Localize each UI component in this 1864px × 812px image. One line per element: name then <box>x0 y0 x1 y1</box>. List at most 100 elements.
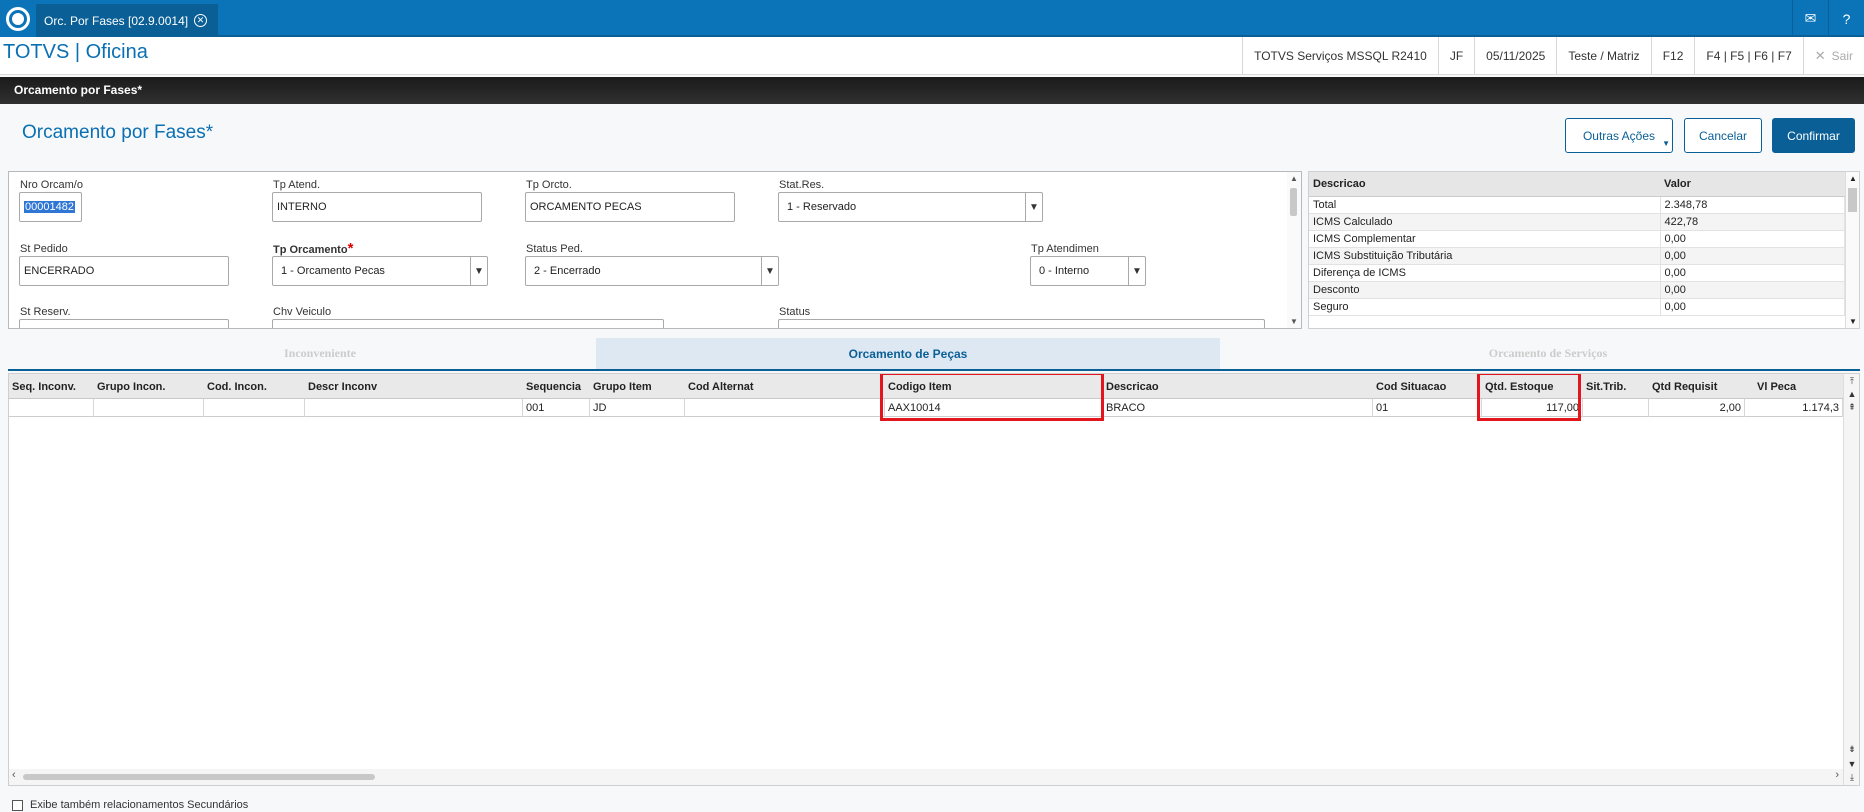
environment-info[interactable]: TOTVS Serviços MSSQL R2410 <box>1242 37 1438 74</box>
scroll-page-up-icon[interactable]: ⇞ <box>1844 402 1859 413</box>
tp-orcamento-label-text: Tp Orcamento <box>273 244 348 256</box>
date-info[interactable]: 05/11/2025 <box>1474 37 1556 74</box>
totals-cell: 0,00 <box>1660 264 1845 282</box>
close-tab-icon[interactable]: ✕ <box>194 14 208 27</box>
app-header: TOTVS | Oficina TOTVS Serviços MSSQL R24… <box>0 37 1864 75</box>
tp-orcamento-value: 1 - Orcamento Pecas <box>281 265 385 277</box>
scroll-up-icon[interactable]: ▲ <box>1846 174 1859 183</box>
grid-horizontal-scrollbar[interactable]: ‹ › <box>9 769 1843 785</box>
col-sit-trib[interactable]: Sit.Trib. <box>1583 374 1649 399</box>
table-row[interactable]: ICMS Substituição Tributária 0,00 <box>1309 247 1845 265</box>
st-pedido-field[interactable]: ENCERRADO <box>19 256 229 286</box>
cancel-button[interactable]: Cancelar <box>1684 118 1762 153</box>
col-sequencia[interactable]: Sequencia <box>523 374 590 399</box>
secondary-relations-checkbox[interactable]: Exibe também relacionamentos Secundários <box>12 799 248 811</box>
tp-atend-value: INTERNO <box>277 201 327 213</box>
col-seq-inconv[interactable]: Seq. Inconv. <box>9 374 94 399</box>
shortcut-keys[interactable]: F4 | F5 | F6 | F7 <box>1694 37 1802 74</box>
tab-orcamento-servicos[interactable]: Orcamento de Serviços <box>1236 338 1860 369</box>
cell-cod-situacao[interactable]: 01 <box>1373 399 1482 417</box>
tp-atendimen-select[interactable]: 0 - Interno ▼ <box>1030 256 1146 286</box>
scroll-down-icon[interactable]: ▼ <box>1846 317 1859 326</box>
col-cod-alternat[interactable]: Cod Alternat <box>685 374 885 399</box>
col-qtd-requisit[interactable]: Qtd Requisit <box>1649 374 1745 399</box>
cell-cod-incon[interactable] <box>204 399 305 417</box>
mail-icon[interactable]: ✉ <box>1792 0 1828 37</box>
scroll-left-icon[interactable]: ‹ <box>12 769 16 781</box>
totals-header-descricao[interactable]: Descricao <box>1309 172 1660 197</box>
cell-sequencia[interactable]: 001 <box>523 399 590 417</box>
scroll-up-icon[interactable]: ▲ <box>1844 389 1859 399</box>
cell-descricao[interactable]: BRACO <box>1103 399 1373 417</box>
totvs-logo-icon[interactable] <box>0 0 36 37</box>
totals-cell: ICMS Substituição Tributária <box>1309 247 1661 265</box>
col-cod-incon[interactable]: Cod. Incon. <box>204 374 305 399</box>
st-reserv-field[interactable] <box>19 319 229 328</box>
table-row[interactable]: Seguro 0,00 <box>1309 298 1845 316</box>
shortcut-f12[interactable]: F12 <box>1650 37 1695 74</box>
cell-cod-alternat[interactable] <box>685 399 885 417</box>
scroll-top-icon[interactable]: ⤒ <box>1844 376 1859 387</box>
cell-qtd-requisit[interactable]: 2,00 <box>1649 399 1745 417</box>
form-scrollbar[interactable]: ▲ ▼ <box>1287 172 1301 328</box>
tp-orcto-field[interactable]: ORCAMENTO PECAS <box>525 192 735 222</box>
scroll-down-icon[interactable]: ▼ <box>1844 759 1859 769</box>
table-row[interactable]: Diferença de ICMS 0,00 <box>1309 264 1845 282</box>
status-ped-select[interactable]: 2 - Encerrado ▼ <box>525 256 779 286</box>
exit-button[interactable]: ✕ Sair <box>1802 37 1864 74</box>
scrollbar-thumb[interactable] <box>1848 188 1857 212</box>
caret-down-icon: ▼ <box>1662 139 1670 148</box>
scroll-up-icon[interactable]: ▲ <box>1287 174 1301 183</box>
nro-orcamento-label: Nro Orcam/o <box>20 179 83 191</box>
other-actions-button[interactable]: Outras Ações ▼ <box>1565 118 1673 153</box>
cell-grupo-item[interactable]: JD <box>590 399 685 417</box>
table-row[interactable]: Desconto 0,00 <box>1309 281 1845 299</box>
status-field[interactable] <box>778 319 1265 328</box>
help-icon[interactable]: ? <box>1828 0 1864 37</box>
cell-vl-peca[interactable]: 1.174,3 <box>1745 399 1843 417</box>
scrollbar-thumb[interactable] <box>23 774 375 780</box>
totals-header-valor[interactable]: Valor <box>1660 172 1845 197</box>
totals-grid: Descricao Valor Total 2.348,78 ICMS Calcu… <box>1308 171 1860 329</box>
col-descr-inconv[interactable]: Descr Inconv <box>305 374 523 399</box>
col-descricao[interactable]: Descricao <box>1103 374 1373 399</box>
totals-cell: 0,00 <box>1660 281 1845 299</box>
checkbox[interactable] <box>12 799 23 811</box>
nro-orcamento-field[interactable]: 00001482 <box>19 192 82 222</box>
scroll-right-icon[interactable]: › <box>1835 769 1839 781</box>
cell-sit-trib[interactable] <box>1583 399 1649 417</box>
confirm-button[interactable]: Confirmar <box>1772 118 1855 153</box>
tab-inconveniente[interactable]: Inconveniente <box>8 338 632 369</box>
highlight-codigo-item <box>880 374 1104 421</box>
scroll-down-icon[interactable]: ▼ <box>1287 317 1301 326</box>
company-info[interactable]: Teste / Matriz <box>1556 37 1650 74</box>
cell-descr-inconv[interactable] <box>305 399 523 417</box>
tab-orc-por-fases[interactable]: Orc. Por Fases [02.9.0014] ✕ <box>36 4 218 37</box>
stat-res-select[interactable]: 1 - Reservado ▼ <box>778 192 1043 222</box>
tp-atend-field[interactable]: INTERNO <box>272 192 482 222</box>
cell-seq-inconv[interactable] <box>9 399 94 417</box>
cell-grupo-incon[interactable] <box>94 399 204 417</box>
col-vl-peca[interactable]: Vl Peca <box>1745 374 1843 399</box>
table-row[interactable]: ICMS Complementar 0,00 <box>1309 230 1845 248</box>
tab-orcamento-pecas[interactable]: Orcamento de Peças <box>596 338 1220 369</box>
scroll-bottom-icon[interactable]: ⤓ <box>1844 772 1859 783</box>
totals-scrollbar[interactable]: ▲ ▼ <box>1845 172 1859 328</box>
tp-atend-label: Tp Atend. <box>273 179 321 191</box>
grid-scrollbar[interactable]: ⤒ ▲ ⇞ ⇟ ▼ ⤓ <box>1843 374 1859 785</box>
table-row[interactable]: ICMS Calculado 422,78 <box>1309 213 1845 231</box>
page-title: Orcamento por Fases* <box>22 122 214 143</box>
scroll-page-down-icon[interactable]: ⇟ <box>1844 744 1859 755</box>
tab-label: Orc. Por Fases [02.9.0014] <box>44 13 189 28</box>
totals-cell: ICMS Calculado <box>1309 213 1661 231</box>
exit-label: Sair <box>1831 48 1853 63</box>
chv-veiculo-field[interactable] <box>272 319 664 328</box>
col-grupo-incon[interactable]: Grupo Incon. <box>94 374 204 399</box>
nro-orcamento-value: 00001482 <box>24 201 75 213</box>
col-cod-situacao[interactable]: Cod Situacao <box>1373 374 1482 399</box>
user-info[interactable]: JF <box>1437 37 1474 74</box>
scrollbar-thumb[interactable] <box>1290 188 1297 216</box>
tp-orcamento-select[interactable]: 1 - Orcamento Pecas ▼ <box>272 256 488 286</box>
col-grupo-item[interactable]: Grupo Item <box>590 374 685 399</box>
table-row[interactable]: Total 2.348,78 <box>1309 196 1845 214</box>
